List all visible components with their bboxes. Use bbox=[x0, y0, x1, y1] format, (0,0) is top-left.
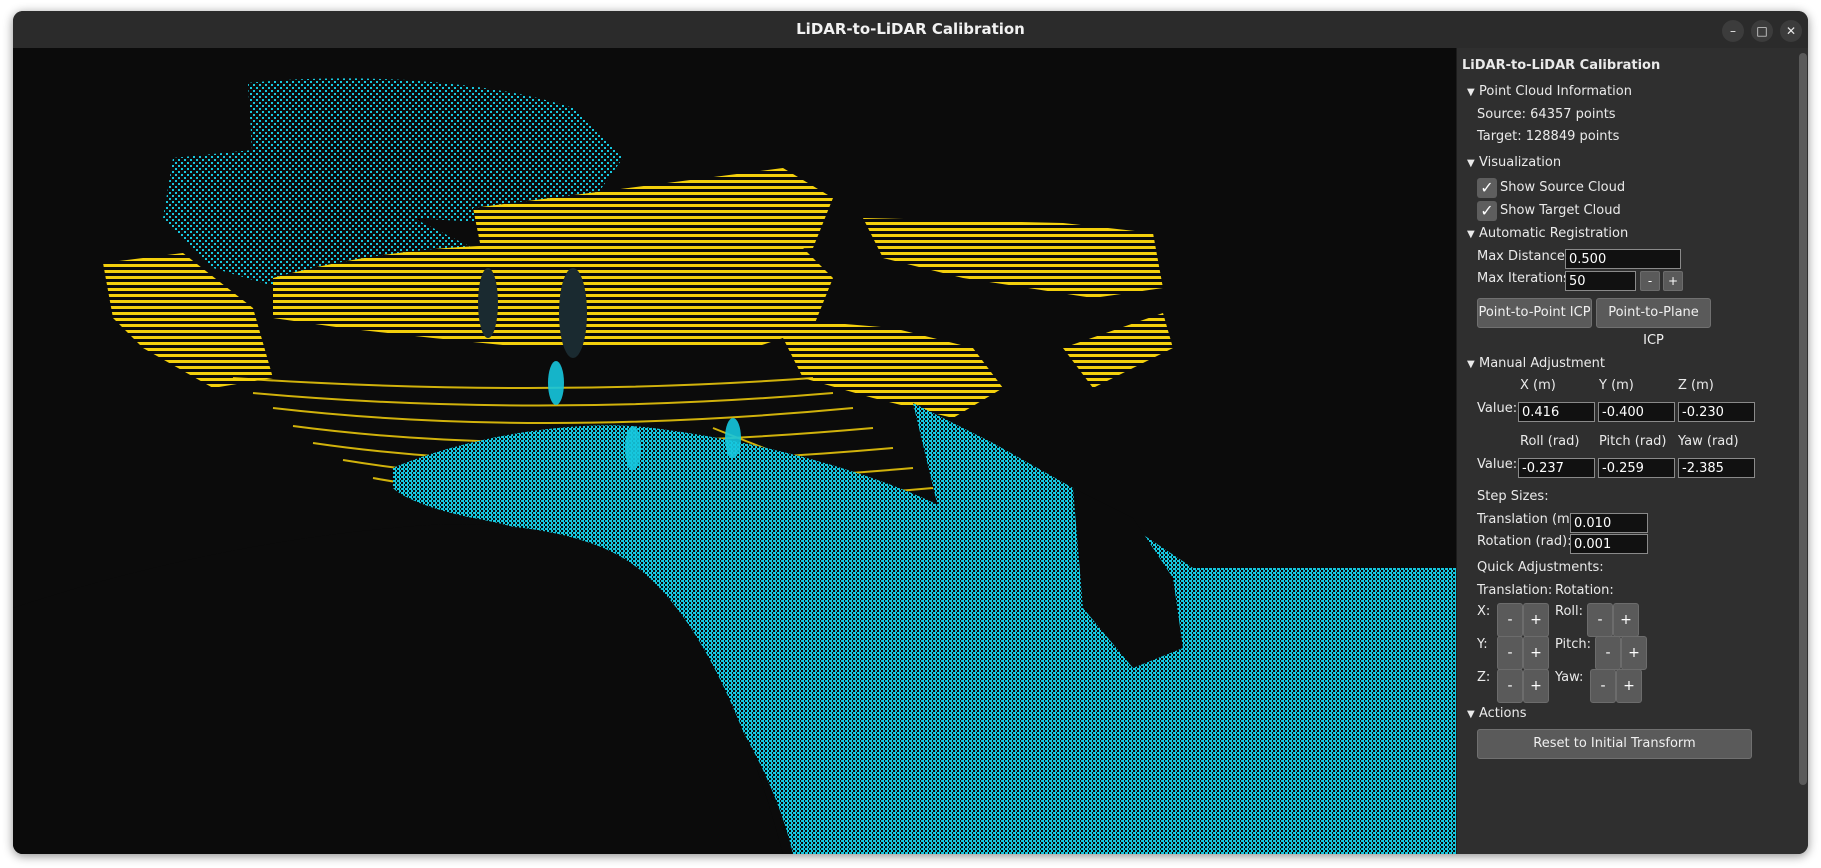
translation-y-field[interactable]: -0.400 bbox=[1598, 402, 1675, 422]
section-header-label: Actions bbox=[1479, 706, 1527, 721]
section-actions[interactable]: ▼ Actions bbox=[1467, 706, 1527, 721]
yaw-minus-button[interactable]: - bbox=[1590, 669, 1616, 703]
show-source-label: Show Source Cloud bbox=[1500, 180, 1626, 195]
collapse-triangle-icon: ▼ bbox=[1467, 359, 1475, 370]
x-minus-button[interactable]: - bbox=[1497, 603, 1523, 637]
rotation-step-label: Rotation (rad): bbox=[1477, 534, 1572, 549]
translation-x-header: X (m) bbox=[1520, 378, 1556, 393]
translation-value-label: Value: bbox=[1477, 401, 1518, 416]
quick-rotation-header: Rotation: bbox=[1555, 583, 1614, 598]
app-window: LiDAR-to-LiDAR Calibration – □ ✕ LiDAR-t… bbox=[13, 11, 1808, 854]
max-distance-label: Max Distance: bbox=[1477, 249, 1570, 264]
reset-transform-button[interactable]: Reset to Initial Transform bbox=[1477, 729, 1752, 759]
yaw-plus-button[interactable]: + bbox=[1616, 669, 1642, 703]
y-plus-button[interactable]: + bbox=[1523, 636, 1549, 670]
quick-yaw-label: Yaw: bbox=[1555, 670, 1584, 685]
x-plus-button[interactable]: + bbox=[1523, 603, 1549, 637]
rotation-step-field[interactable]: 0.001 bbox=[1570, 534, 1648, 554]
max-iterations-increment-button[interactable]: + bbox=[1663, 271, 1683, 291]
point-to-point-icp-button[interactable]: Point-to-Point ICP bbox=[1477, 298, 1592, 328]
title-bar[interactable]: LiDAR-to-LiDAR Calibration – □ ✕ bbox=[13, 11, 1808, 48]
collapse-triangle-icon: ▼ bbox=[1467, 158, 1475, 169]
point-cloud-viewport[interactable] bbox=[13, 48, 1456, 854]
roll-plus-button[interactable]: + bbox=[1613, 603, 1639, 637]
quick-z-label: Z: bbox=[1477, 670, 1491, 685]
roll-minus-button[interactable]: - bbox=[1587, 603, 1613, 637]
target-cloud-far-right bbox=[1063, 313, 1173, 388]
y-minus-button[interactable]: - bbox=[1497, 636, 1523, 670]
z-plus-button[interactable]: + bbox=[1523, 669, 1549, 703]
max-iterations-decrement-button[interactable]: - bbox=[1640, 271, 1660, 291]
show-target-checkbox[interactable]: ✓ bbox=[1477, 201, 1497, 221]
translation-z-header: Z (m) bbox=[1678, 378, 1714, 393]
rotation-pitch-header: Pitch (rad) bbox=[1599, 434, 1667, 449]
close-button[interactable]: ✕ bbox=[1780, 20, 1802, 42]
collapse-triangle-icon: ▼ bbox=[1467, 87, 1475, 98]
collapse-triangle-icon: ▼ bbox=[1467, 709, 1475, 720]
section-header-label: Point Cloud Information bbox=[1479, 84, 1632, 99]
quick-adjustments-header: Quick Adjustments: bbox=[1477, 560, 1604, 575]
rotation-value-label: Value: bbox=[1477, 457, 1518, 472]
section-manual-adjustment[interactable]: ▼ Manual Adjustment bbox=[1467, 356, 1605, 371]
translation-y-header: Y (m) bbox=[1599, 378, 1634, 393]
target-cloud-right bbox=[863, 218, 1163, 298]
translation-z-field[interactable]: -0.230 bbox=[1678, 402, 1755, 422]
maximize-button[interactable]: □ bbox=[1751, 20, 1773, 42]
max-iterations-label: Max Iterations: bbox=[1477, 271, 1575, 286]
collapse-triangle-icon: ▼ bbox=[1467, 229, 1475, 240]
control-panel: LiDAR-to-LiDAR Calibration ▼ Point Cloud … bbox=[1456, 48, 1808, 854]
section-header-label: Manual Adjustment bbox=[1479, 356, 1606, 371]
panel-title: LiDAR-to-LiDAR Calibration bbox=[1462, 58, 1661, 73]
panel-scrollbar[interactable] bbox=[1799, 53, 1807, 785]
rotation-roll-field[interactable]: -0.237 bbox=[1518, 458, 1595, 478]
quick-roll-label: Roll: bbox=[1555, 604, 1584, 619]
z-minus-button[interactable]: - bbox=[1497, 669, 1523, 703]
max-iterations-field[interactable]: 50 bbox=[1565, 271, 1636, 291]
section-point-cloud-info[interactable]: ▼ Point Cloud Information bbox=[1467, 84, 1632, 99]
quick-y-label: Y: bbox=[1477, 637, 1488, 652]
section-header-label: Visualization bbox=[1479, 155, 1562, 170]
translation-step-field[interactable]: 0.010 bbox=[1570, 513, 1648, 533]
target-cloud-right-front bbox=[773, 318, 1003, 418]
minimize-button[interactable]: – bbox=[1722, 20, 1744, 42]
window-title: LiDAR-to-LiDAR Calibration bbox=[796, 20, 1025, 38]
max-distance-field[interactable]: 0.500 bbox=[1565, 249, 1681, 269]
step-sizes-header: Step Sizes: bbox=[1477, 489, 1549, 504]
show-target-label: Show Target Cloud bbox=[1500, 203, 1621, 218]
section-header-label: Automatic Registration bbox=[1479, 226, 1629, 241]
translation-x-field[interactable]: 0.416 bbox=[1518, 402, 1595, 422]
source-point-count: Source: 64357 points bbox=[1477, 107, 1616, 122]
rotation-yaw-field[interactable]: -2.385 bbox=[1678, 458, 1755, 478]
rotation-yaw-header: Yaw (rad) bbox=[1678, 434, 1739, 449]
target-point-count: Target: 128849 points bbox=[1477, 129, 1620, 144]
quick-translation-header: Translation: bbox=[1477, 583, 1553, 598]
quick-pitch-label: Pitch: bbox=[1555, 637, 1592, 652]
pitch-plus-button[interactable]: + bbox=[1621, 636, 1647, 670]
quick-x-label: X: bbox=[1477, 604, 1491, 619]
rotation-pitch-field[interactable]: -0.259 bbox=[1598, 458, 1675, 478]
rotation-roll-header: Roll (rad) bbox=[1520, 434, 1580, 449]
section-auto-registration[interactable]: ▼ Automatic Registration bbox=[1467, 226, 1628, 241]
point-cloud-render bbox=[13, 78, 1456, 854]
point-to-plane-icp-button[interactable]: Point-to-Plane ICP bbox=[1596, 298, 1711, 348]
pitch-minus-button[interactable]: - bbox=[1595, 636, 1621, 670]
translation-step-label: Translation (m): bbox=[1477, 512, 1580, 527]
show-source-checkbox[interactable]: ✓ bbox=[1477, 178, 1497, 198]
section-visualization[interactable]: ▼ Visualization bbox=[1467, 155, 1561, 170]
